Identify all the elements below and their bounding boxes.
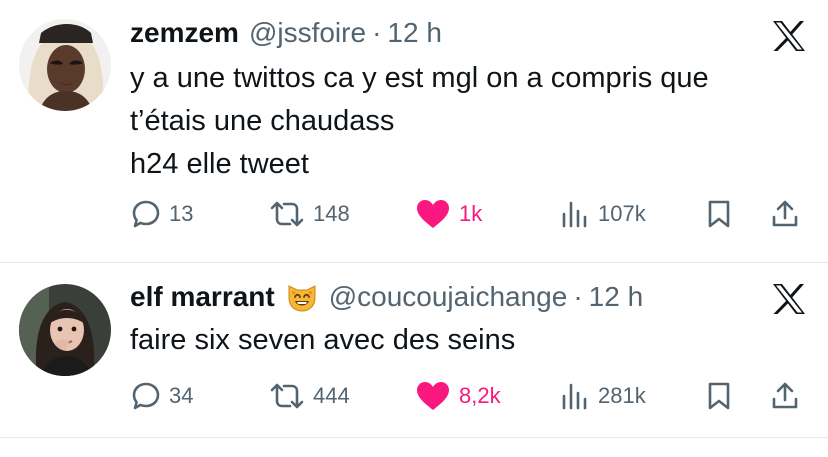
share-icon bbox=[770, 381, 800, 411]
tweet-header: zemzem @jssfoire · 12 h bbox=[130, 16, 442, 50]
bookmark-button[interactable] bbox=[706, 378, 732, 414]
bookmark-icon bbox=[706, 199, 732, 229]
smiling-cat-icon bbox=[285, 280, 319, 314]
divider bbox=[0, 437, 828, 438]
user-handle[interactable]: @jssfoire bbox=[249, 17, 366, 49]
views-button[interactable]: 281k bbox=[560, 378, 646, 414]
view-count: 107k bbox=[598, 201, 646, 226]
avatar[interactable] bbox=[19, 19, 111, 111]
tweet[interactable]: zemzem @jssfoire · 12 h y a une twittos … bbox=[0, 0, 828, 262]
timeline-feed: zemzem @jssfoire · 12 h y a une twittos … bbox=[0, 0, 828, 457]
user-handle[interactable]: @coucoujaichange bbox=[329, 281, 568, 313]
tweet[interactable]: elf marrant @coucoujaichange · 12 h fair… bbox=[0, 263, 828, 437]
tweet-text-line: t’étais une chaudass bbox=[130, 105, 395, 137]
retweet-count: 148 bbox=[313, 201, 350, 226]
reply-count: 34 bbox=[169, 383, 194, 408]
tweet-text-line: faire six seven avec des seins bbox=[130, 324, 516, 356]
share-icon bbox=[770, 199, 800, 229]
tweet-text: faire six seven avec des seins bbox=[130, 319, 790, 362]
reply-icon bbox=[131, 199, 161, 229]
like-button[interactable]: 8,2k bbox=[415, 378, 501, 414]
timestamp[interactable]: 12 h bbox=[387, 17, 442, 49]
retweet-count: 444 bbox=[313, 383, 350, 408]
x-logo-icon bbox=[772, 20, 806, 52]
views-button[interactable]: 107k bbox=[560, 196, 646, 232]
retweet-icon bbox=[269, 199, 305, 229]
retweet-icon bbox=[269, 381, 305, 411]
share-button[interactable] bbox=[770, 196, 800, 232]
view-count: 281k bbox=[598, 383, 646, 408]
x-logo-icon bbox=[772, 283, 806, 315]
separator-dot: · bbox=[573, 281, 583, 312]
like-count: 1k bbox=[459, 201, 483, 226]
share-button[interactable] bbox=[770, 378, 800, 414]
tweet-text-line: y a une twittos ca y est mgl on a compri… bbox=[130, 62, 709, 94]
tweet-actions: 13 148 1k 107k bbox=[0, 196, 828, 232]
views-icon bbox=[560, 199, 590, 229]
heart-icon bbox=[415, 380, 451, 412]
display-name[interactable]: zemzem bbox=[130, 17, 239, 49]
bookmark-icon bbox=[706, 381, 732, 411]
like-count: 8,2k bbox=[459, 383, 501, 408]
tweet-text-line: h24 elle tweet bbox=[130, 148, 309, 180]
separator-dot: · bbox=[372, 17, 382, 48]
avatar[interactable] bbox=[19, 284, 111, 376]
reply-count: 13 bbox=[169, 201, 194, 226]
views-icon bbox=[560, 381, 590, 411]
bookmark-button[interactable] bbox=[706, 196, 732, 232]
retweet-button[interactable]: 444 bbox=[269, 378, 350, 414]
timestamp[interactable]: 12 h bbox=[589, 281, 644, 313]
heart-icon bbox=[415, 198, 451, 230]
reply-button[interactable]: 13 bbox=[131, 196, 193, 232]
like-button[interactable]: 1k bbox=[415, 196, 482, 232]
tweet-text: y a une twittos ca y est mgl on a compri… bbox=[130, 57, 790, 186]
retweet-button[interactable]: 148 bbox=[269, 196, 350, 232]
tweet-actions: 34 444 8,2k 281k bbox=[0, 378, 828, 414]
reply-icon bbox=[131, 381, 161, 411]
display-name[interactable]: elf marrant bbox=[130, 281, 275, 313]
tweet-header: elf marrant @coucoujaichange · 12 h bbox=[130, 280, 643, 314]
reply-button[interactable]: 34 bbox=[131, 378, 193, 414]
